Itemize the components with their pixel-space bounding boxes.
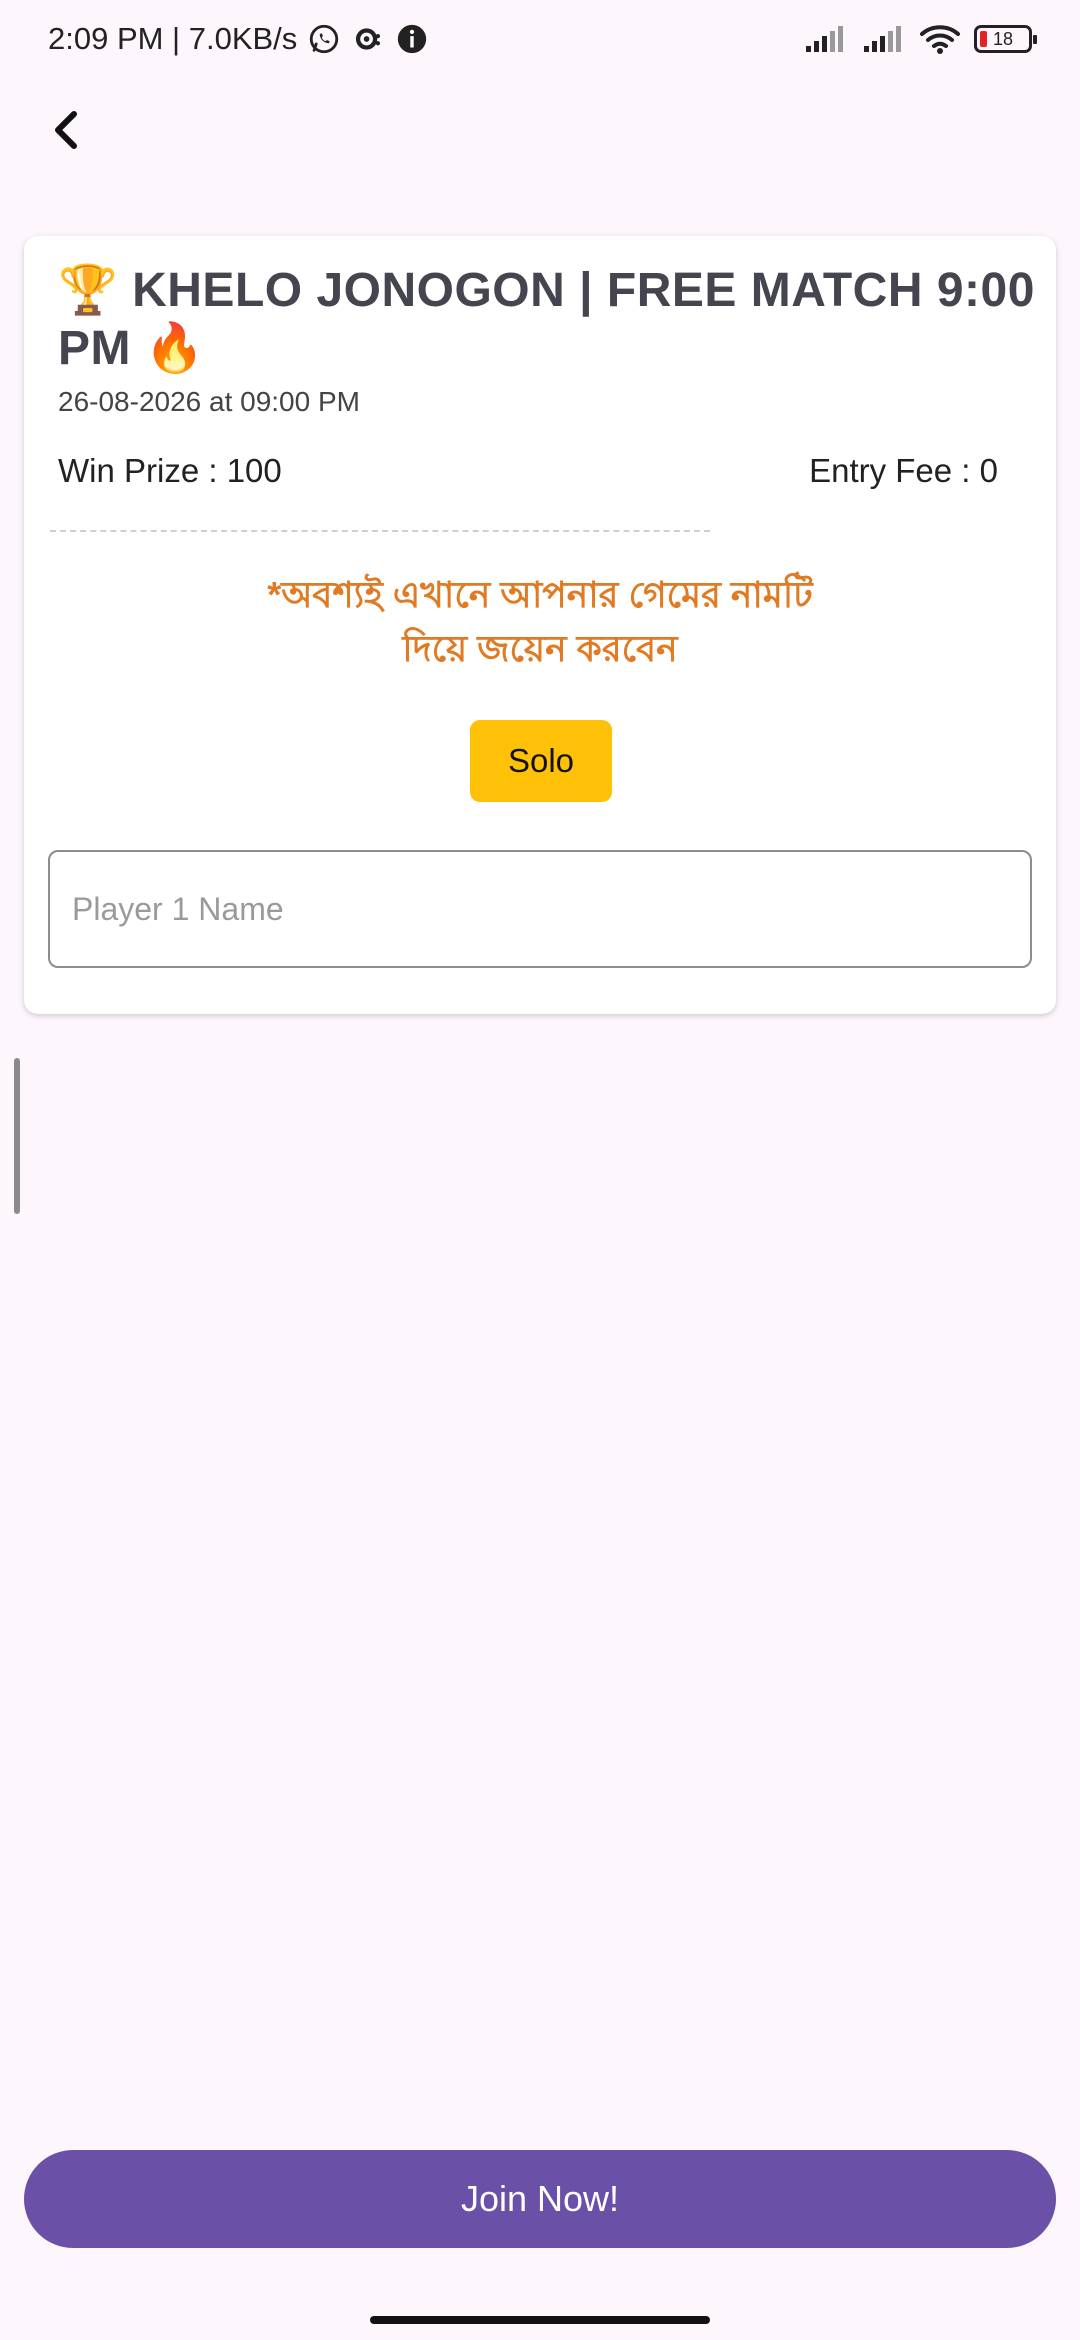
player-1-name-input[interactable] (48, 850, 1032, 968)
match-card: 🏆 KHELO JONOGON | FREE MATCH 9:00 PM 🔥 2… (24, 236, 1056, 1014)
status-time-speed: 2:09 PM | 7.0KB/s (48, 21, 298, 56)
notice-line-2: দিয়ে জয়েন করবেন (402, 628, 678, 669)
match-datetime: 26-08-2026 at 09:00 PM (58, 386, 360, 417)
signal-icon (864, 26, 901, 52)
status-right: 18 (804, 23, 1037, 55)
chevron-left-icon (55, 111, 77, 149)
divider (50, 530, 710, 532)
whatsapp-icon (310, 24, 339, 54)
info-icon (398, 24, 427, 54)
gesture-bar[interactable] (370, 2316, 710, 2324)
entry-fee: Entry Fee : 0 (809, 452, 998, 489)
join-now-button[interactable]: Join Now! (24, 2150, 1056, 2248)
scrollbar-thumb[interactable] (14, 1058, 20, 1214)
battery-icon: 18 (974, 25, 1037, 53)
win-prize: Win Prize : 100 (58, 452, 282, 489)
status-bar: 2:09 PM | 7.0KB/s 18 (0, 0, 1080, 78)
prize-row: Win Prize : 100 Entry Fee : 0 (58, 452, 998, 490)
join-notice: *অবশ্যই এখানে আপনার গেমের নামটি দিয়ে জয… (24, 568, 1056, 676)
back-button[interactable] (36, 100, 96, 160)
sync-icon (356, 28, 381, 50)
notice-line-1: *অবশ্যই এখানে আপনার গেমের নামটি (267, 574, 813, 615)
status-left: 2:09 PM | 7.0KB/s (48, 21, 429, 57)
match-title: 🏆 KHELO JONOGON | FREE MATCH 9:00 PM 🔥 (58, 264, 1035, 375)
signal-icon (806, 26, 843, 52)
battery-level: 18 (992, 28, 1014, 49)
solo-mode-button[interactable]: Solo (470, 720, 612, 802)
wifi-icon (920, 25, 960, 54)
